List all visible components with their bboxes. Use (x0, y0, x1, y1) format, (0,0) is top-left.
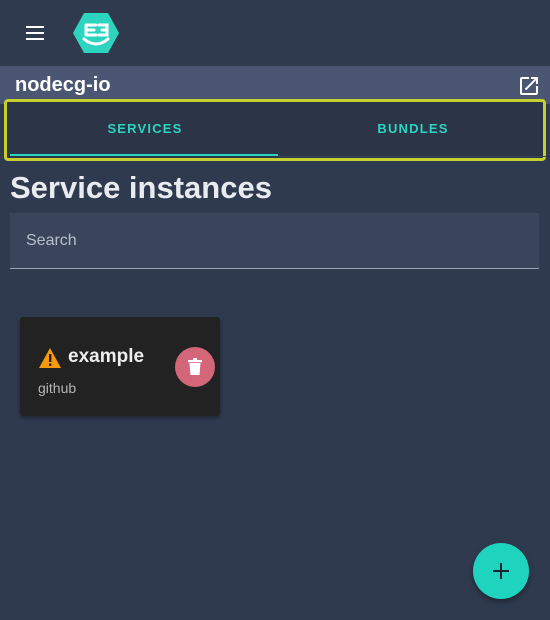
nodecg-logo-icon (72, 11, 120, 55)
delete-instance-button[interactable] (175, 347, 215, 387)
active-tab-indicator (10, 154, 278, 156)
service-instance-card[interactable]: example github (20, 317, 220, 416)
app-title: nodecg-io (15, 74, 111, 96)
hamburger-menu-icon[interactable] (22, 21, 50, 45)
page-title: Service instances (10, 170, 272, 205)
tab-bundles[interactable]: BUNDLES (278, 102, 548, 155)
add-instance-button[interactable] (473, 543, 529, 599)
tab-services[interactable]: SERVICES (10, 102, 280, 155)
search-field[interactable] (10, 213, 539, 269)
plus-icon (493, 563, 509, 579)
instance-type: github (38, 380, 77, 396)
instance-name: example (68, 346, 145, 367)
open-external-icon[interactable] (517, 74, 541, 98)
warning-icon (38, 347, 62, 369)
trash-icon (188, 358, 202, 375)
tab-bar: SERVICES BUNDLES (4, 99, 546, 161)
tab-divider (278, 156, 546, 157)
search-input[interactable] (10, 213, 539, 268)
